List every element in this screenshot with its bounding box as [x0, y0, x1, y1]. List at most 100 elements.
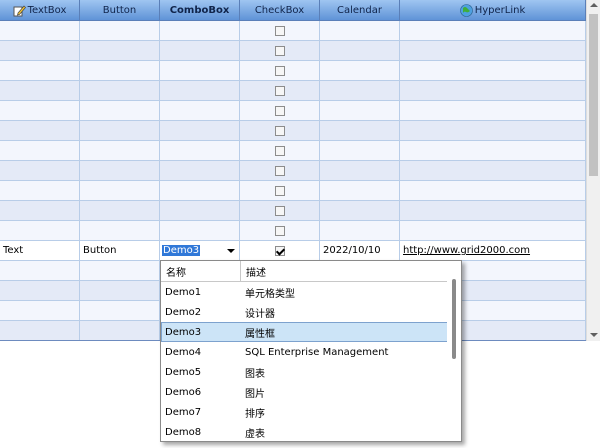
grid-cell[interactable] — [160, 81, 240, 100]
grid-cell[interactable] — [320, 181, 400, 200]
grid-cell[interactable] — [0, 41, 80, 60]
grid-cell[interactable] — [80, 181, 160, 200]
grid-cell[interactable] — [0, 121, 80, 140]
grid-cell[interactable] — [160, 221, 240, 240]
table-row[interactable] — [0, 121, 586, 141]
scroll-down-icon[interactable] — [590, 333, 598, 337]
row-checkbox[interactable] — [274, 45, 285, 56]
grid-cell[interactable] — [240, 61, 320, 80]
grid-cell[interactable] — [320, 221, 400, 240]
row-checkbox[interactable] — [274, 125, 285, 136]
row-checkbox[interactable] — [274, 65, 285, 76]
grid-cell[interactable] — [80, 281, 160, 300]
hyperlink-cell[interactable]: http://www.grid2000.com — [400, 241, 586, 260]
grid-cell[interactable] — [0, 61, 80, 80]
grid-cell[interactable] — [400, 221, 586, 240]
table-row[interactable] — [0, 221, 586, 241]
grid-cell[interactable] — [160, 141, 240, 160]
table-row-active[interactable]: Text Button Demo3 2022/10/10 http://www.grid… — [0, 241, 586, 261]
dropdown-scroll-thumb[interactable] — [452, 279, 456, 359]
grid-cell[interactable] — [80, 141, 160, 160]
dropdown-item[interactable]: Demo1 单元格类型 — [161, 282, 461, 302]
hyperlink[interactable]: http://www.grid2000.com — [403, 245, 530, 256]
grid-cell[interactable] — [400, 121, 586, 140]
grid-cell[interactable] — [160, 61, 240, 80]
grid-cell[interactable] — [240, 21, 320, 40]
grid-cell[interactable] — [240, 41, 320, 60]
grid-cell[interactable] — [400, 61, 586, 80]
column-header-textbox[interactable]: TextBox — [0, 0, 80, 20]
checkbox-cell[interactable] — [240, 241, 320, 260]
column-header-button[interactable]: Button — [80, 0, 160, 20]
grid-cell[interactable] — [240, 81, 320, 100]
grid-cell[interactable] — [80, 61, 160, 80]
grid-cell[interactable] — [80, 221, 160, 240]
grid-cell[interactable] — [160, 41, 240, 60]
grid-cell[interactable] — [240, 141, 320, 160]
grid-cell[interactable] — [320, 201, 400, 220]
dropdown-item[interactable]: Demo5 图表 — [161, 362, 461, 382]
grid-cell[interactable] — [400, 101, 586, 120]
row-checkbox[interactable] — [274, 85, 285, 96]
grid-cell[interactable] — [240, 201, 320, 220]
column-header-hyperlink[interactable]: HyperLink — [400, 0, 586, 20]
calendar-cell[interactable]: 2022/10/10 — [320, 241, 400, 260]
grid-cell[interactable] — [320, 141, 400, 160]
grid-cell[interactable] — [400, 201, 586, 220]
table-row[interactable] — [0, 21, 586, 41]
grid-cell[interactable] — [320, 161, 400, 180]
grid-vertical-scrollbar[interactable] — [586, 0, 600, 341]
row-checkbox[interactable] — [274, 225, 285, 236]
combobox-value[interactable]: Demo3 — [162, 245, 201, 256]
textbox-cell[interactable]: Text — [0, 241, 80, 260]
grid-cell[interactable] — [80, 41, 160, 60]
grid-cell[interactable] — [0, 81, 80, 100]
table-row[interactable] — [0, 161, 586, 181]
row-checkbox-checked[interactable] — [274, 245, 285, 256]
grid-cell[interactable] — [80, 321, 160, 340]
table-row[interactable] — [0, 101, 586, 121]
grid-cell[interactable] — [0, 261, 80, 280]
grid-cell[interactable] — [240, 181, 320, 200]
dropdown-item[interactable]: Demo2 设计器 — [161, 302, 461, 322]
grid-cell[interactable] — [0, 281, 80, 300]
grid-cell[interactable] — [320, 21, 400, 40]
grid-cell[interactable] — [400, 141, 586, 160]
dropdown-item[interactable]: Demo4 SQL Enterprise Management — [161, 342, 461, 362]
grid-cell[interactable] — [240, 221, 320, 240]
grid-cell[interactable] — [400, 41, 586, 60]
grid-cell[interactable] — [240, 121, 320, 140]
dropdown-item[interactable]: Demo6 图片 — [161, 382, 461, 402]
grid-cell[interactable] — [320, 101, 400, 120]
table-row[interactable] — [0, 61, 586, 81]
scroll-up-icon[interactable] — [590, 3, 598, 7]
grid-cell[interactable] — [80, 301, 160, 320]
grid-cell[interactable] — [0, 21, 80, 40]
grid-cell[interactable] — [0, 221, 80, 240]
grid-cell[interactable] — [160, 21, 240, 40]
column-header-checkbox[interactable]: CheckBox — [240, 0, 320, 20]
dropdown-item[interactable]: Demo3 属性框 — [161, 322, 461, 342]
table-row[interactable] — [0, 181, 586, 201]
grid-cell[interactable] — [320, 61, 400, 80]
row-checkbox[interactable] — [274, 205, 285, 216]
chevron-down-icon[interactable] — [227, 248, 235, 253]
grid-cell[interactable] — [0, 301, 80, 320]
column-header-calendar[interactable]: Calendar — [320, 0, 400, 20]
dropdown-item[interactable]: Demo7 排序 — [161, 402, 461, 422]
grid-cell[interactable] — [320, 41, 400, 60]
grid-cell[interactable] — [0, 201, 80, 220]
grid-cell[interactable] — [160, 181, 240, 200]
grid-cell[interactable] — [80, 101, 160, 120]
grid-cell[interactable] — [400, 81, 586, 100]
grid-cell[interactable] — [400, 161, 586, 180]
grid-cell[interactable] — [0, 101, 80, 120]
grid-cell[interactable] — [160, 121, 240, 140]
row-checkbox[interactable] — [274, 185, 285, 196]
row-checkbox[interactable] — [274, 105, 285, 116]
button-cell[interactable]: Button — [80, 241, 160, 260]
grid-cell[interactable] — [80, 261, 160, 280]
table-row[interactable] — [0, 201, 586, 221]
grid-cell[interactable] — [160, 101, 240, 120]
grid-cell[interactable] — [240, 161, 320, 180]
